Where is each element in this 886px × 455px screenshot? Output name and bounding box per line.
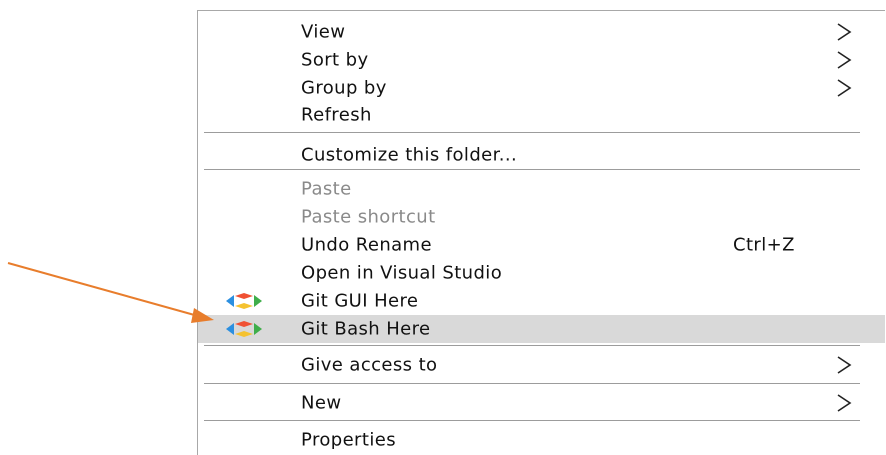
menu-item-label: Paste shortcut: [301, 206, 436, 228]
menu-item-label: Customize this folder...: [301, 144, 518, 166]
menu-item-label: Open in Visual Studio: [301, 262, 503, 284]
chevron-right-icon: [837, 394, 852, 412]
menu-item-refresh[interactable]: Refresh: [198, 101, 885, 129]
menu-item-label: New: [301, 392, 342, 414]
menu-item-label: Sort by: [301, 49, 369, 71]
menu-item-properties[interactable]: Properties: [198, 426, 885, 454]
menu-item-customize-folder[interactable]: Customize this folder...: [198, 141, 885, 169]
menu-item-label: Git GUI Here: [301, 290, 419, 312]
menu-item-shortcut: Ctrl+Z: [733, 234, 795, 256]
menu-item-sort-by[interactable]: Sort by: [198, 46, 885, 74]
menu-item-label: Undo Rename: [301, 234, 432, 256]
git-icon: [226, 293, 262, 309]
menu-item-git-bash-here[interactable]: Git Bash Here: [198, 315, 885, 343]
chevron-right-icon: [837, 356, 852, 374]
menu-separator: [204, 420, 860, 421]
menu-item-new[interactable]: New: [198, 389, 885, 417]
menu-separator: [204, 383, 860, 384]
menu-separator: [204, 132, 860, 133]
menu-item-label: View: [301, 21, 346, 43]
menu-item-view[interactable]: View: [198, 18, 885, 46]
menu-item-label: Paste: [301, 178, 352, 200]
chevron-right-icon: [837, 23, 852, 41]
menu-item-label: Properties: [301, 429, 396, 451]
menu-item-group-by[interactable]: Group by: [198, 74, 885, 102]
menu-separator: [204, 345, 860, 346]
context-menu: View Sort by Group by Refresh Customize …: [197, 10, 885, 455]
menu-item-give-access-to[interactable]: Give access to: [198, 351, 885, 379]
menu-item-label: Refresh: [301, 104, 372, 126]
menu-item-label: Group by: [301, 77, 387, 99]
menu-item-label: Give access to: [301, 354, 438, 376]
chevron-right-icon: [837, 79, 852, 97]
menu-separator: [204, 169, 860, 170]
git-icon: [226, 321, 262, 337]
menu-item-undo-rename[interactable]: Undo Rename Ctrl+Z: [198, 231, 885, 259]
menu-item-paste: Paste: [198, 175, 885, 203]
chevron-right-icon: [837, 51, 852, 69]
menu-item-git-gui-here[interactable]: Git GUI Here: [198, 287, 885, 315]
menu-item-open-in-visual-studio[interactable]: Open in Visual Studio: [198, 259, 885, 287]
menu-item-paste-shortcut: Paste shortcut: [198, 203, 885, 231]
menu-item-label: Git Bash Here: [301, 318, 431, 340]
